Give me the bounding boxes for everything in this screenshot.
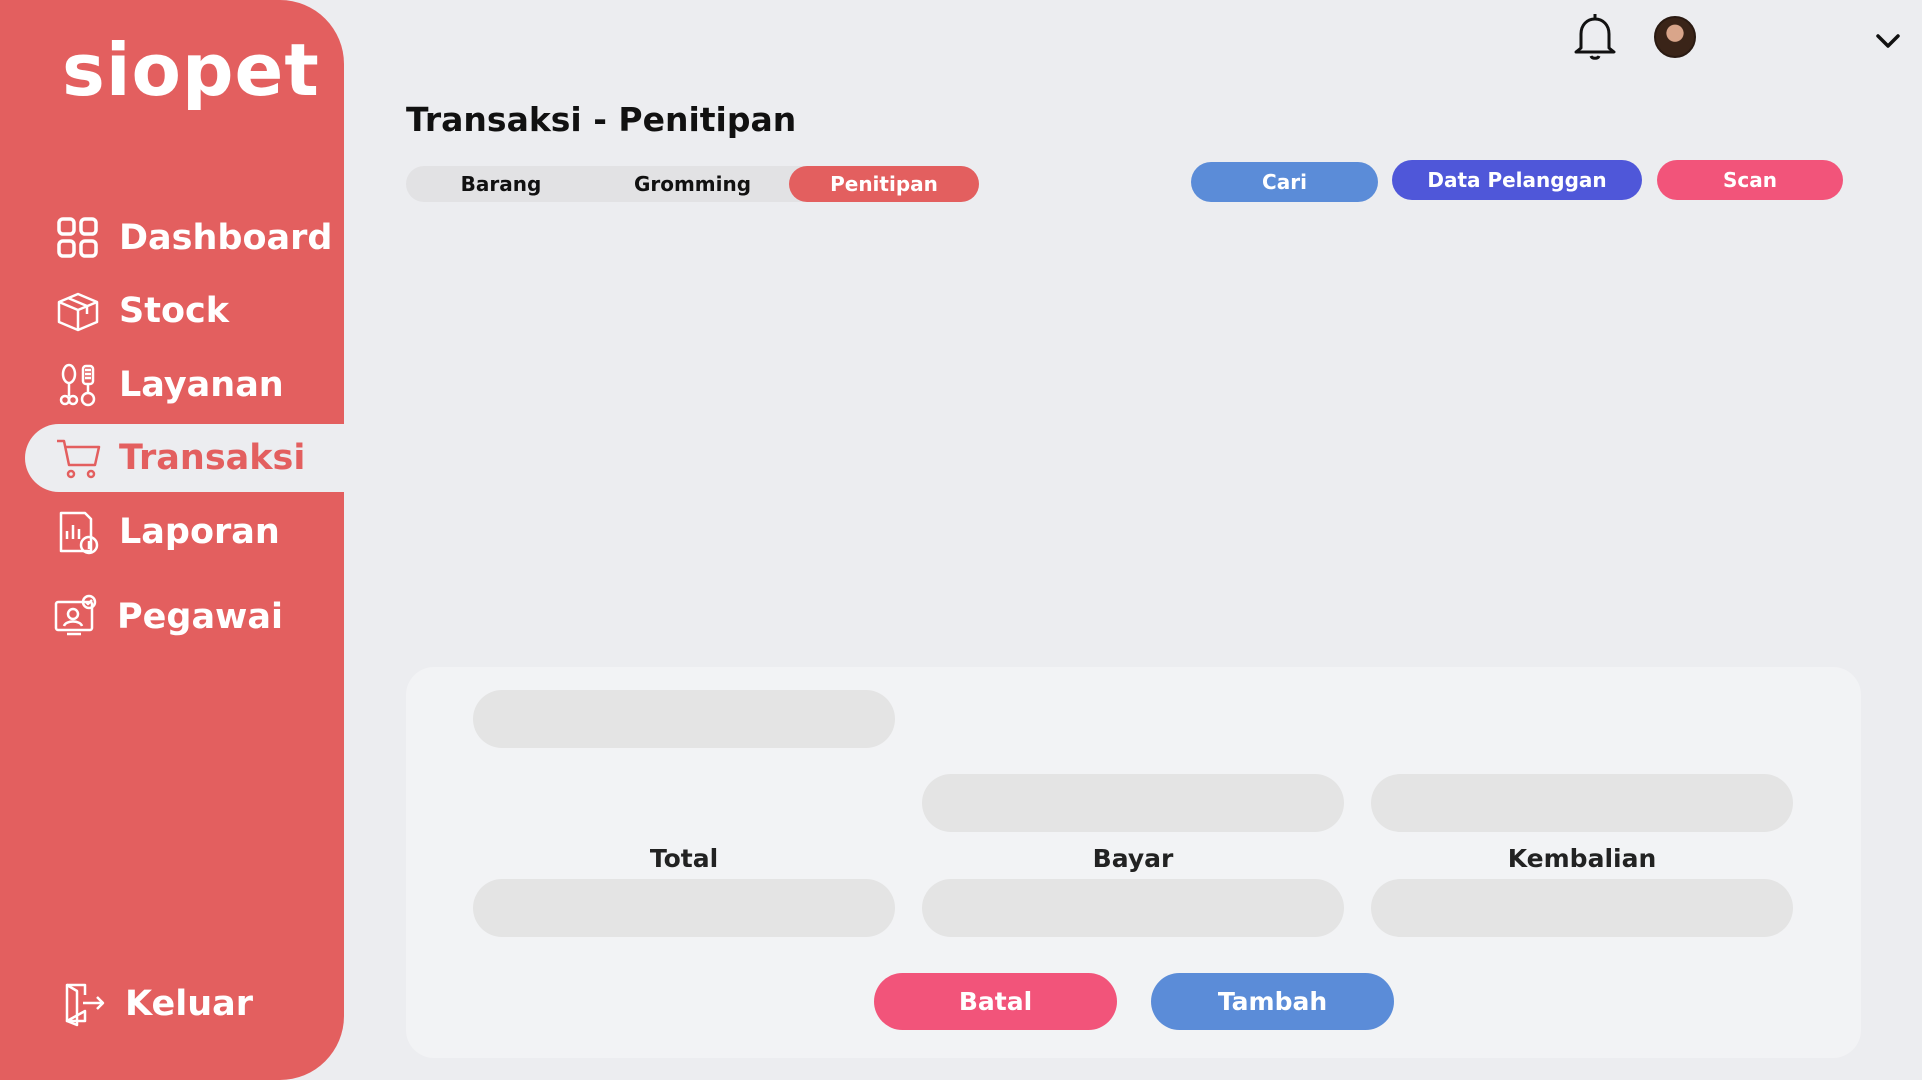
tab-gromming[interactable]: Gromming xyxy=(596,166,789,202)
sidebar-item-transaksi[interactable]: Transaksi xyxy=(25,424,344,492)
sidebar-item-dashboard[interactable]: Dashboard xyxy=(25,204,344,272)
grooming-tools-icon xyxy=(55,362,101,408)
sidebar-item-label: Transaksi xyxy=(119,438,306,478)
customer-field[interactable] xyxy=(473,690,895,748)
bayar-field[interactable] xyxy=(922,879,1344,937)
sidebar: siopet Dashboard Stock Layanan Transaksi… xyxy=(0,0,344,1080)
cancel-button[interactable]: Batal xyxy=(874,973,1117,1030)
logout-label: Keluar xyxy=(125,984,254,1024)
search-button[interactable]: Cari xyxy=(1191,162,1378,202)
page-title: Transaksi - Penitipan xyxy=(406,100,797,139)
scan-button[interactable]: Scan xyxy=(1657,160,1843,200)
sidebar-item-stock[interactable]: Stock xyxy=(25,277,344,345)
employee-icon xyxy=(53,594,99,640)
add-button[interactable]: Tambah xyxy=(1151,973,1394,1030)
shopping-cart-icon xyxy=(55,435,101,481)
box-icon xyxy=(55,288,101,334)
sidebar-item-label: Dashboard xyxy=(119,218,333,258)
bayar-label: Bayar xyxy=(1092,844,1174,873)
sidebar-item-label: Laporan xyxy=(119,512,280,552)
avatar[interactable] xyxy=(1654,16,1696,58)
sidebar-item-layanan[interactable]: Layanan xyxy=(25,351,344,419)
tab-penitipan[interactable]: Penitipan xyxy=(789,166,979,202)
report-icon xyxy=(55,509,101,555)
sidebar-item-label: Layanan xyxy=(119,365,284,405)
tab-bar: Barang Gromming Penitipan xyxy=(406,166,979,202)
bell-icon[interactable] xyxy=(1570,10,1620,62)
tab-barang[interactable]: Barang xyxy=(406,166,596,202)
total-field[interactable] xyxy=(473,879,895,937)
logout-door-icon xyxy=(61,981,107,1027)
chevron-down-icon[interactable] xyxy=(1873,30,1903,52)
total-label: Total xyxy=(649,844,719,873)
kembalian-extra-field[interactable] xyxy=(1371,774,1793,832)
logout-button[interactable]: Keluar xyxy=(25,970,344,1038)
customer-data-button[interactable]: Data Pelanggan xyxy=(1392,160,1642,200)
app-logo: siopet xyxy=(62,28,320,112)
sidebar-item-laporan[interactable]: Laporan xyxy=(25,498,344,566)
sidebar-item-pegawai[interactable]: Pegawai xyxy=(25,583,344,651)
sidebar-item-label: Stock xyxy=(119,291,230,331)
kembalian-label: Kembalian xyxy=(1507,844,1657,873)
bayar-extra-field[interactable] xyxy=(922,774,1344,832)
kembalian-field[interactable] xyxy=(1371,879,1793,937)
sidebar-item-label: Pegawai xyxy=(117,597,284,637)
dashboard-grid-icon xyxy=(55,215,101,261)
